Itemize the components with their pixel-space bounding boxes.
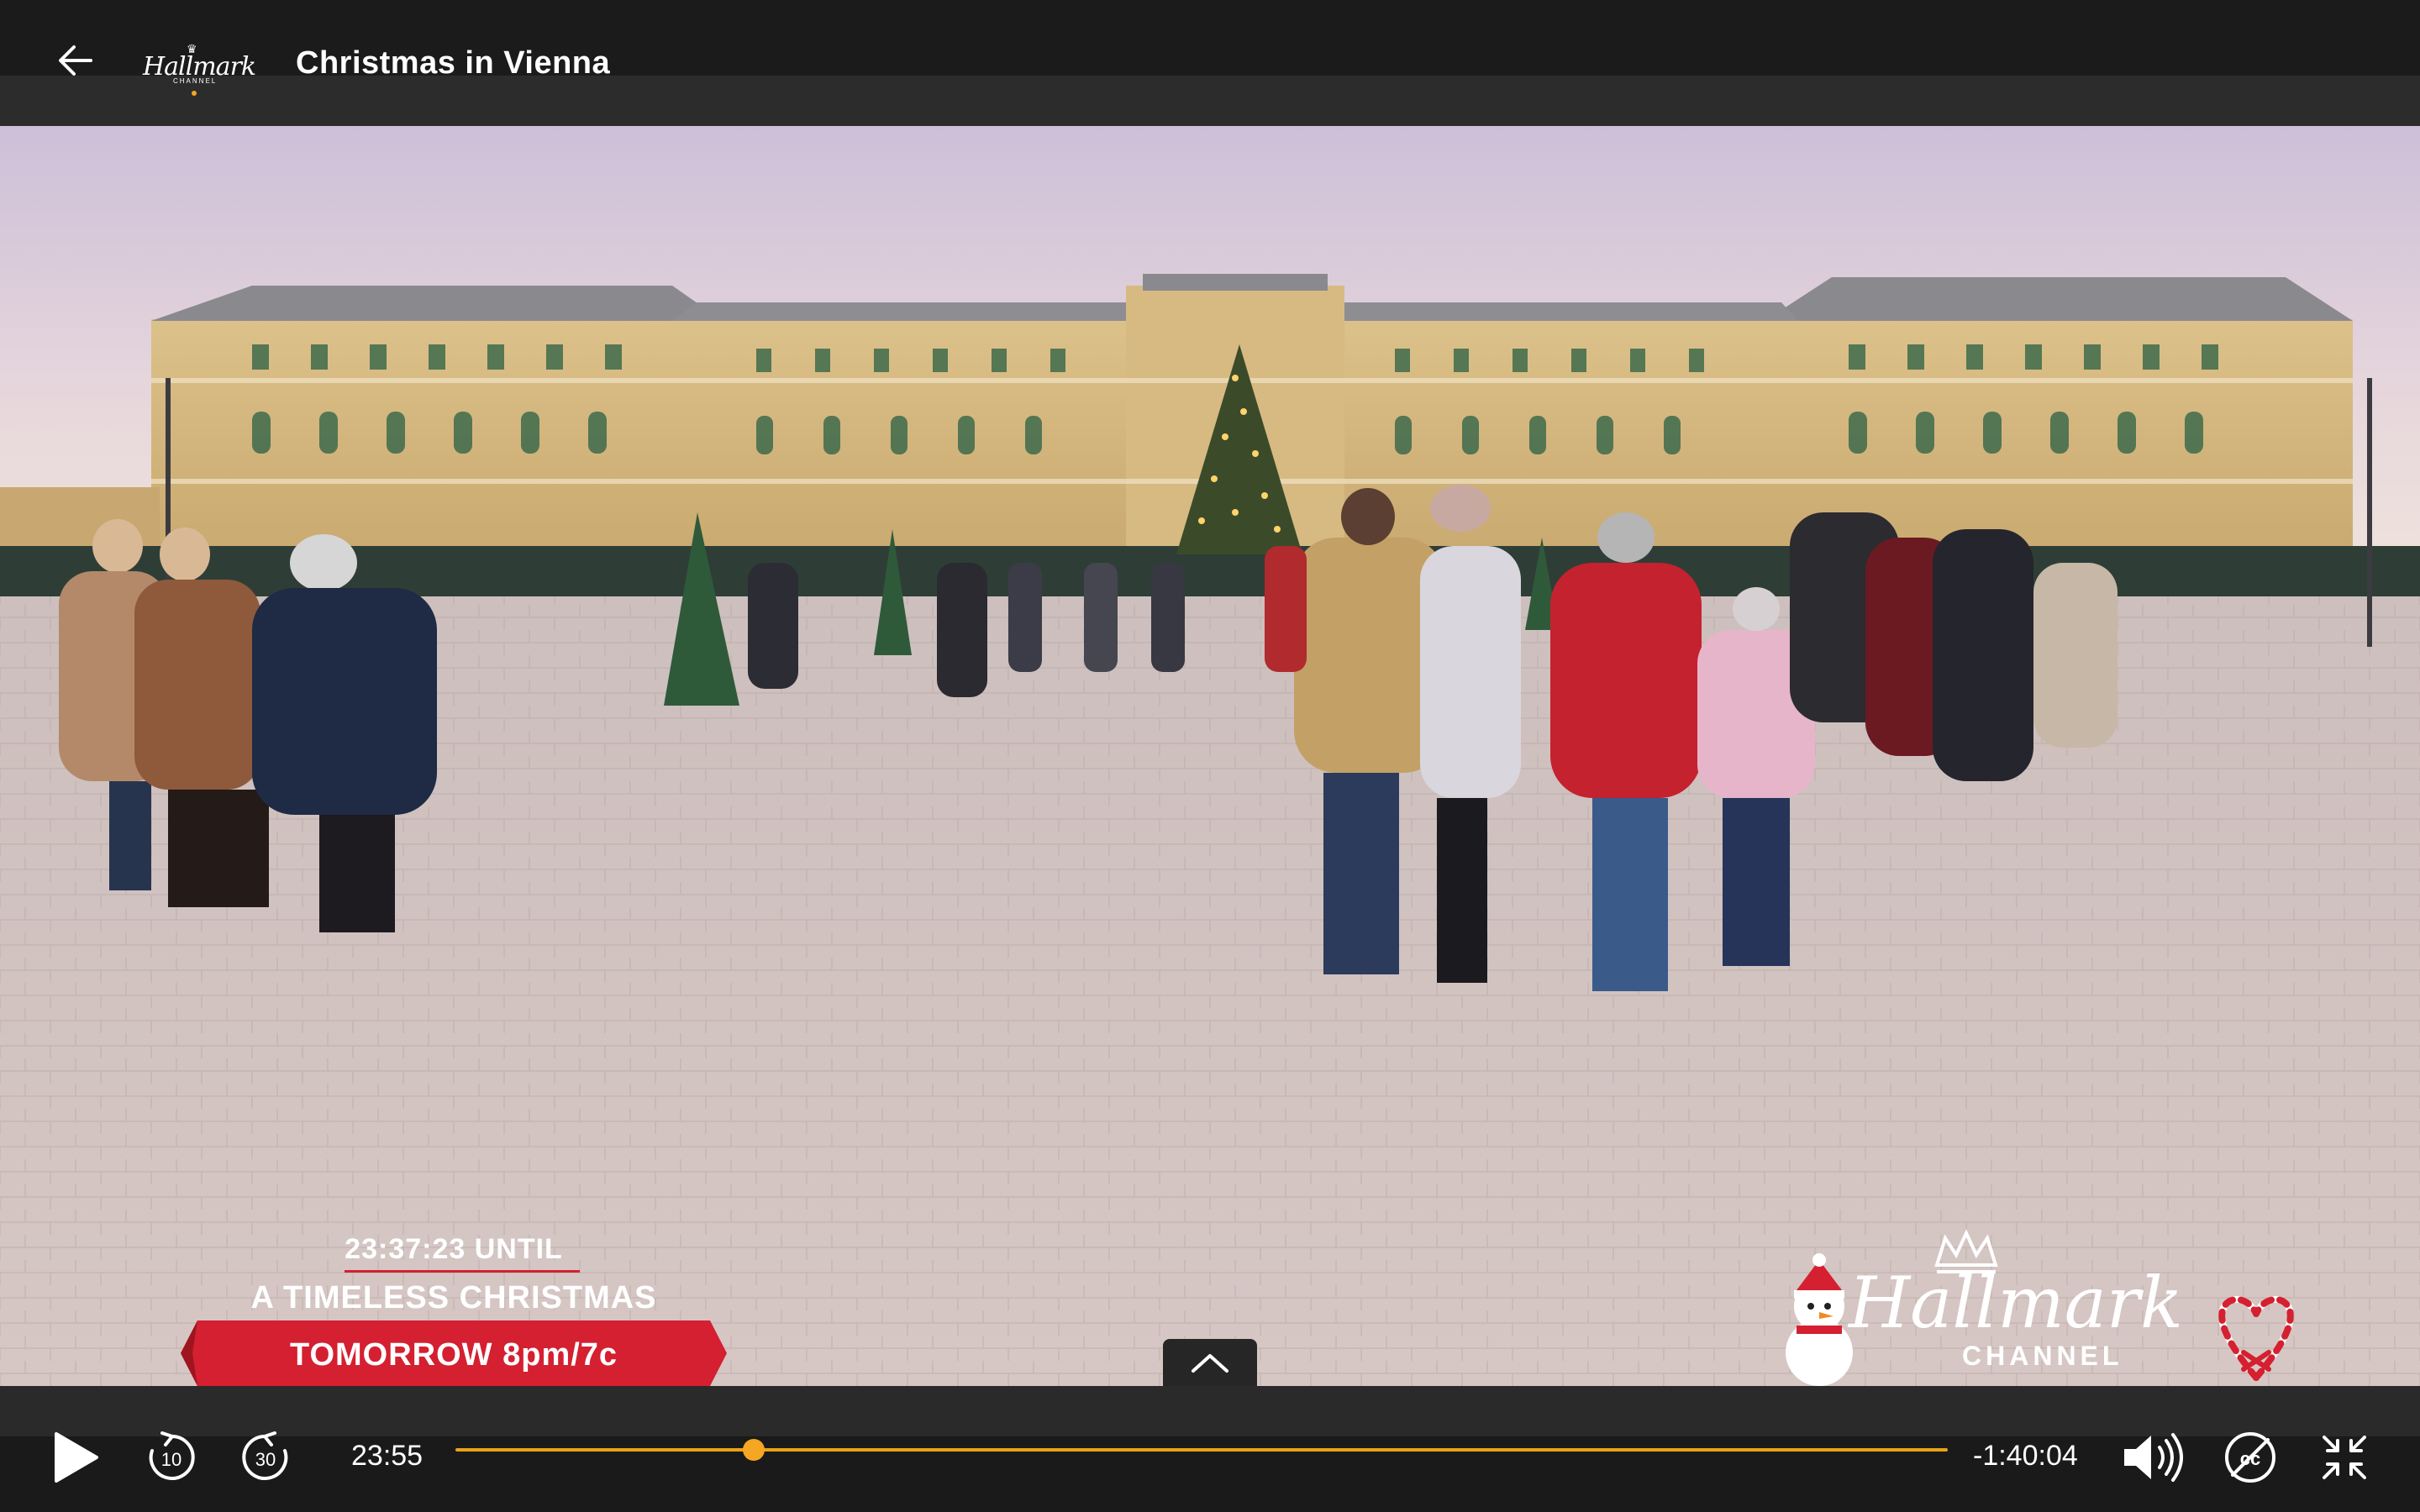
forward-seconds: 30 [255,1449,276,1470]
top-bar-strip [0,76,2420,126]
exit-fullscreen-button[interactable] [2309,1420,2380,1495]
promo-overlay: 23:37:23 UNTIL A TIMELESS CHRISTMAS TOMO… [181,1226,727,1386]
controls-strip [0,1386,2420,1436]
rewind-10-icon: 10 [149,1431,195,1480]
exit-fullscreen-icon [2323,1436,2366,1479]
channel-logo: ♛ Hallmark CHANNEL [143,40,256,99]
candy-cane-heart-icon [2218,1296,2294,1381]
remaining-time: -1:40:04 [1973,1440,2078,1472]
forward-30-icon: 30 [242,1431,288,1480]
play-icon [55,1432,98,1483]
channel-watermark: Hallmark CHANNEL [1765,1226,2302,1394]
back-button[interactable] [50,35,101,86]
play-button[interactable] [42,1421,109,1494]
promo-countdown: 23:37:23 UNTIL [345,1233,563,1265]
promo-divider [345,1270,580,1273]
arrow-left-icon [59,45,92,76]
volume-icon [2124,1433,2183,1482]
video-player-window: ♛ Hallmark CHANNEL Christmas in Vienna 2… [0,0,2420,1512]
video-scene [0,126,2420,1386]
promo-program-title: A TIMELESS CHRISTMAS [250,1280,657,1315]
volume-button[interactable] [2118,1420,2188,1495]
progress-scrubber[interactable] [455,1439,1948,1461]
snowman-icon [1786,1253,1853,1386]
rewind-seconds: 10 [161,1449,182,1470]
captions-off-icon: cc [2225,1432,2275,1483]
elapsed-time: 23:55 [351,1440,424,1472]
progress-knob[interactable] [743,1439,765,1461]
progress-track[interactable] [455,1448,1948,1452]
watermark-brand: Hallmark [1847,1262,2183,1344]
page-title: Christmas in Vienna [296,45,611,81]
chevron-up-icon [1192,1354,1228,1373]
promo-airtime: TOMORROW 8pm/7c [289,1337,618,1373]
video-frame[interactable] [0,126,2420,1386]
expand-panel-button[interactable] [1163,1339,1257,1386]
logo-accent-dot [192,91,197,96]
channel-logo-subtext: CHANNEL [173,77,218,85]
captions-button[interactable]: cc [2215,1420,2286,1495]
watermark-graphic: Hallmark CHANNEL [1786,1229,2294,1386]
rewind-10-button[interactable]: 10 [138,1420,205,1495]
forward-30-button[interactable]: 30 [232,1420,299,1495]
watermark-sub: CHANNEL [1962,1341,2123,1371]
